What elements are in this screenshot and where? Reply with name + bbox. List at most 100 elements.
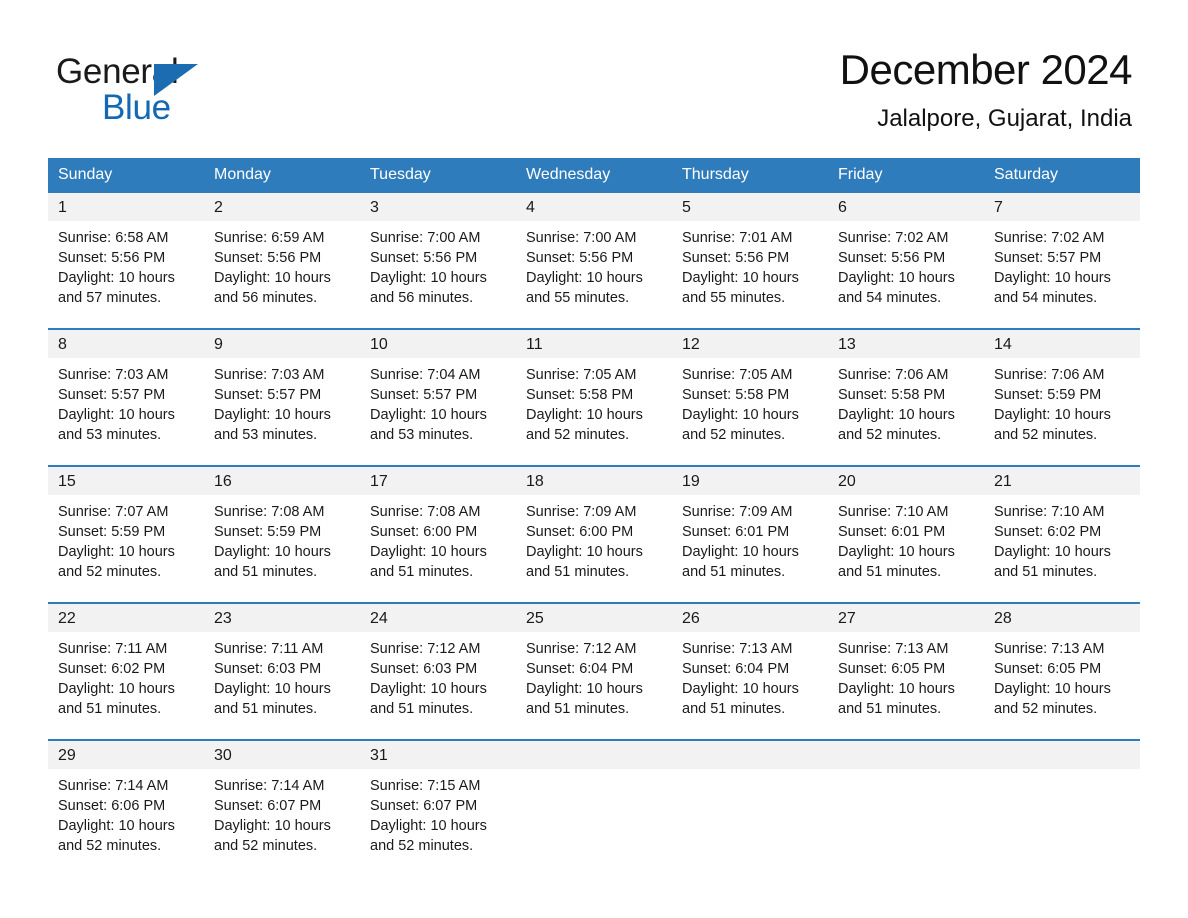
- calendar-cell[interactable]: [672, 739, 828, 876]
- calendar-day[interactable]: 12 Sunrise: 7:05 AM Sunset: 5:58 PM Dayligh…: [672, 330, 828, 465]
- daylight-text-line1: Daylight: 10 hours: [838, 544, 955, 560]
- calendar-day[interactable]: 29 Sunrise: 7:14 AM Sunset: 6:06 PM Dayligh…: [48, 741, 204, 876]
- calendar-cell[interactable]: 16 Sunrise: 7:08 AM Sunset: 5:59 PM Dayligh…: [204, 465, 360, 603]
- calendar-cell[interactable]: 5 Sunrise: 7:01 AM Sunset: 5:56 PM Daylight…: [672, 193, 828, 329]
- daylight-text-line2: and 51 minutes.: [838, 701, 942, 717]
- calendar-cell[interactable]: [516, 739, 672, 876]
- daylight-text-line2: and 55 minutes.: [526, 290, 630, 306]
- calendar-cell[interactable]: 28 Sunrise: 7:13 AM Sunset: 6:05 PM Dayligh…: [984, 602, 1140, 740]
- calendar-day[interactable]: 19 Sunrise: 7:09 AM Sunset: 6:01 PM Dayligh…: [672, 467, 828, 602]
- calendar-cell[interactable]: 13 Sunrise: 7:06 AM Sunset: 5:58 PM Dayligh…: [828, 328, 984, 466]
- calendar-day[interactable]: 18 Sunrise: 7:09 AM Sunset: 6:00 PM Dayligh…: [516, 467, 672, 602]
- daylight-text-line2: and 51 minutes.: [370, 564, 474, 580]
- sunrise-text: Sunrise: 7:02 AM: [838, 230, 949, 246]
- calendar-cell[interactable]: 10 Sunrise: 7:04 AM Sunset: 5:57 PM Dayligh…: [360, 328, 516, 466]
- calendar-cell[interactable]: 1 Sunrise: 6:58 AM Sunset: 5:56 PM Daylight…: [48, 193, 204, 329]
- day-number: 9: [214, 336, 223, 353]
- weekday-header-monday: Monday: [204, 158, 360, 193]
- calendar-day[interactable]: 24 Sunrise: 7:12 AM Sunset: 6:03 PM Dayligh…: [360, 604, 516, 739]
- day-number-bar: 9: [204, 330, 360, 358]
- calendar-day[interactable]: 26 Sunrise: 7:13 AM Sunset: 6:04 PM Dayligh…: [672, 604, 828, 739]
- calendar-day[interactable]: 22 Sunrise: 7:11 AM Sunset: 6:02 PM Dayligh…: [48, 604, 204, 739]
- calendar-day[interactable]: 6 Sunrise: 7:02 AM Sunset: 5:56 PM Daylight…: [828, 193, 984, 328]
- calendar-cell[interactable]: 2 Sunrise: 6:59 AM Sunset: 5:56 PM Daylight…: [204, 193, 360, 329]
- calendar-day[interactable]: 15 Sunrise: 7:07 AM Sunset: 5:59 PM Dayligh…: [48, 467, 204, 602]
- daylight-text-line1: Daylight: 10 hours: [58, 270, 175, 286]
- calendar-day[interactable]: 2 Sunrise: 6:59 AM Sunset: 5:56 PM Daylight…: [204, 193, 360, 328]
- calendar-day[interactable]: 27 Sunrise: 7:13 AM Sunset: 6:05 PM Dayligh…: [828, 604, 984, 739]
- daylight-text-line2: and 51 minutes.: [214, 701, 318, 717]
- calendar-day[interactable]: 3 Sunrise: 7:00 AM Sunset: 5:56 PM Daylight…: [360, 193, 516, 328]
- calendar-cell[interactable]: 9 Sunrise: 7:03 AM Sunset: 5:57 PM Daylight…: [204, 328, 360, 466]
- day-number-bar: 30: [204, 741, 360, 769]
- calendar-day[interactable]: 5 Sunrise: 7:01 AM Sunset: 5:56 PM Daylight…: [672, 193, 828, 328]
- calendar-cell[interactable]: 31 Sunrise: 7:15 AM Sunset: 6:07 PM Dayligh…: [360, 739, 516, 876]
- calendar-week-row: 1 Sunrise: 6:58 AM Sunset: 5:56 PM Daylight…: [48, 193, 1140, 329]
- calendar-cell[interactable]: 22 Sunrise: 7:11 AM Sunset: 6:02 PM Dayligh…: [48, 602, 204, 740]
- weekday-header-sunday: Sunday: [48, 158, 204, 193]
- sunrise-text: Sunrise: 7:08 AM: [214, 504, 325, 520]
- calendar-day[interactable]: 9 Sunrise: 7:03 AM Sunset: 5:57 PM Daylight…: [204, 330, 360, 465]
- weekday-header-wednesday: Wednesday: [516, 158, 672, 193]
- calendar-cell[interactable]: [984, 739, 1140, 876]
- calendar-cell[interactable]: 6 Sunrise: 7:02 AM Sunset: 5:56 PM Daylight…: [828, 193, 984, 329]
- calendar-day[interactable]: 30 Sunrise: 7:14 AM Sunset: 6:07 PM Dayligh…: [204, 741, 360, 876]
- day-number: 19: [682, 473, 700, 490]
- sunset-text: Sunset: 6:01 PM: [838, 524, 946, 540]
- calendar-day[interactable]: 23 Sunrise: 7:11 AM Sunset: 6:03 PM Dayligh…: [204, 604, 360, 739]
- calendar-day[interactable]: 11 Sunrise: 7:05 AM Sunset: 5:58 PM Dayligh…: [516, 330, 672, 465]
- calendar-cell[interactable]: [828, 739, 984, 876]
- calendar-day[interactable]: 21 Sunrise: 7:10 AM Sunset: 6:02 PM Dayligh…: [984, 467, 1140, 602]
- calendar-day[interactable]: 28 Sunrise: 7:13 AM Sunset: 6:05 PM Dayligh…: [984, 604, 1140, 739]
- calendar-cell[interactable]: 11 Sunrise: 7:05 AM Sunset: 5:58 PM Dayligh…: [516, 328, 672, 466]
- sunrise-text: Sunrise: 7:13 AM: [682, 641, 793, 657]
- calendar-cell[interactable]: 7 Sunrise: 7:02 AM Sunset: 5:57 PM Daylight…: [984, 193, 1140, 329]
- calendar-cell[interactable]: 3 Sunrise: 7:00 AM Sunset: 5:56 PM Daylight…: [360, 193, 516, 329]
- calendar-cell[interactable]: 12 Sunrise: 7:05 AM Sunset: 5:58 PM Dayligh…: [672, 328, 828, 466]
- daylight-text-line1: Daylight: 10 hours: [682, 270, 799, 286]
- calendar-day-empty: [516, 741, 672, 876]
- calendar-cell[interactable]: 29 Sunrise: 7:14 AM Sunset: 6:06 PM Dayligh…: [48, 739, 204, 876]
- calendar-day[interactable]: 17 Sunrise: 7:08 AM Sunset: 6:00 PM Dayligh…: [360, 467, 516, 602]
- calendar-cell[interactable]: 27 Sunrise: 7:13 AM Sunset: 6:05 PM Dayligh…: [828, 602, 984, 740]
- day-details: Sunrise: 7:10 AM Sunset: 6:01 PM Daylight:…: [828, 495, 984, 582]
- daylight-text-line1: Daylight: 10 hours: [370, 818, 487, 834]
- calendar-cell[interactable]: 20 Sunrise: 7:10 AM Sunset: 6:01 PM Dayligh…: [828, 465, 984, 603]
- day-details: Sunrise: 6:59 AM Sunset: 5:56 PM Daylight:…: [204, 221, 360, 308]
- calendar-day-empty: [828, 741, 984, 876]
- calendar-cell[interactable]: 26 Sunrise: 7:13 AM Sunset: 6:04 PM Dayligh…: [672, 602, 828, 740]
- calendar-day[interactable]: 4 Sunrise: 7:00 AM Sunset: 5:56 PM Daylight…: [516, 193, 672, 328]
- daylight-text-line2: and 51 minutes.: [58, 701, 162, 717]
- calendar-cell[interactable]: 8 Sunrise: 7:03 AM Sunset: 5:57 PM Daylight…: [48, 328, 204, 466]
- calendar-day[interactable]: 14 Sunrise: 7:06 AM Sunset: 5:59 PM Dayligh…: [984, 330, 1140, 465]
- sunset-text: Sunset: 5:56 PM: [58, 250, 166, 266]
- calendar-day[interactable]: 10 Sunrise: 7:04 AM Sunset: 5:57 PM Dayligh…: [360, 330, 516, 465]
- calendar-cell[interactable]: 19 Sunrise: 7:09 AM Sunset: 6:01 PM Dayligh…: [672, 465, 828, 603]
- calendar-cell[interactable]: 4 Sunrise: 7:00 AM Sunset: 5:56 PM Daylight…: [516, 193, 672, 329]
- calendar-day[interactable]: 7 Sunrise: 7:02 AM Sunset: 5:57 PM Daylight…: [984, 193, 1140, 328]
- calendar-cell[interactable]: 25 Sunrise: 7:12 AM Sunset: 6:04 PM Dayligh…: [516, 602, 672, 740]
- calendar-cell[interactable]: 23 Sunrise: 7:11 AM Sunset: 6:03 PM Dayligh…: [204, 602, 360, 740]
- calendar-cell[interactable]: 21 Sunrise: 7:10 AM Sunset: 6:02 PM Dayligh…: [984, 465, 1140, 603]
- calendar-cell[interactable]: 14 Sunrise: 7:06 AM Sunset: 5:59 PM Dayligh…: [984, 328, 1140, 466]
- calendar-day[interactable]: 16 Sunrise: 7:08 AM Sunset: 5:59 PM Dayligh…: [204, 467, 360, 602]
- calendar-cell[interactable]: 30 Sunrise: 7:14 AM Sunset: 6:07 PM Dayligh…: [204, 739, 360, 876]
- calendar-day[interactable]: 25 Sunrise: 7:12 AM Sunset: 6:04 PM Dayligh…: [516, 604, 672, 739]
- calendar-day[interactable]: 20 Sunrise: 7:10 AM Sunset: 6:01 PM Dayligh…: [828, 467, 984, 602]
- sunrise-text: Sunrise: 7:10 AM: [994, 504, 1105, 520]
- daylight-text-line1: Daylight: 10 hours: [58, 681, 175, 697]
- calendar-day[interactable]: 13 Sunrise: 7:06 AM Sunset: 5:58 PM Dayligh…: [828, 330, 984, 465]
- daylight-text-line2: and 54 minutes.: [838, 290, 942, 306]
- day-number: 3: [370, 199, 379, 216]
- calendar-day[interactable]: 31 Sunrise: 7:15 AM Sunset: 6:07 PM Dayligh…: [360, 741, 516, 876]
- calendar-cell[interactable]: 24 Sunrise: 7:12 AM Sunset: 6:03 PM Dayligh…: [360, 602, 516, 740]
- general-blue-logo[interactable]: General Blue: [56, 52, 356, 127]
- daylight-text-line2: and 51 minutes.: [994, 564, 1098, 580]
- calendar-day[interactable]: 1 Sunrise: 6:58 AM Sunset: 5:56 PM Daylight…: [48, 193, 204, 328]
- calendar-day[interactable]: 8 Sunrise: 7:03 AM Sunset: 5:57 PM Daylight…: [48, 330, 204, 465]
- day-number: 15: [58, 473, 76, 490]
- calendar-cell[interactable]: 18 Sunrise: 7:09 AM Sunset: 6:00 PM Dayligh…: [516, 465, 672, 603]
- day-details: Sunrise: 7:14 AM Sunset: 6:07 PM Daylight:…: [204, 769, 360, 856]
- calendar-cell[interactable]: 15 Sunrise: 7:07 AM Sunset: 5:59 PM Dayligh…: [48, 465, 204, 603]
- calendar-cell[interactable]: 17 Sunrise: 7:08 AM Sunset: 6:00 PM Dayligh…: [360, 465, 516, 603]
